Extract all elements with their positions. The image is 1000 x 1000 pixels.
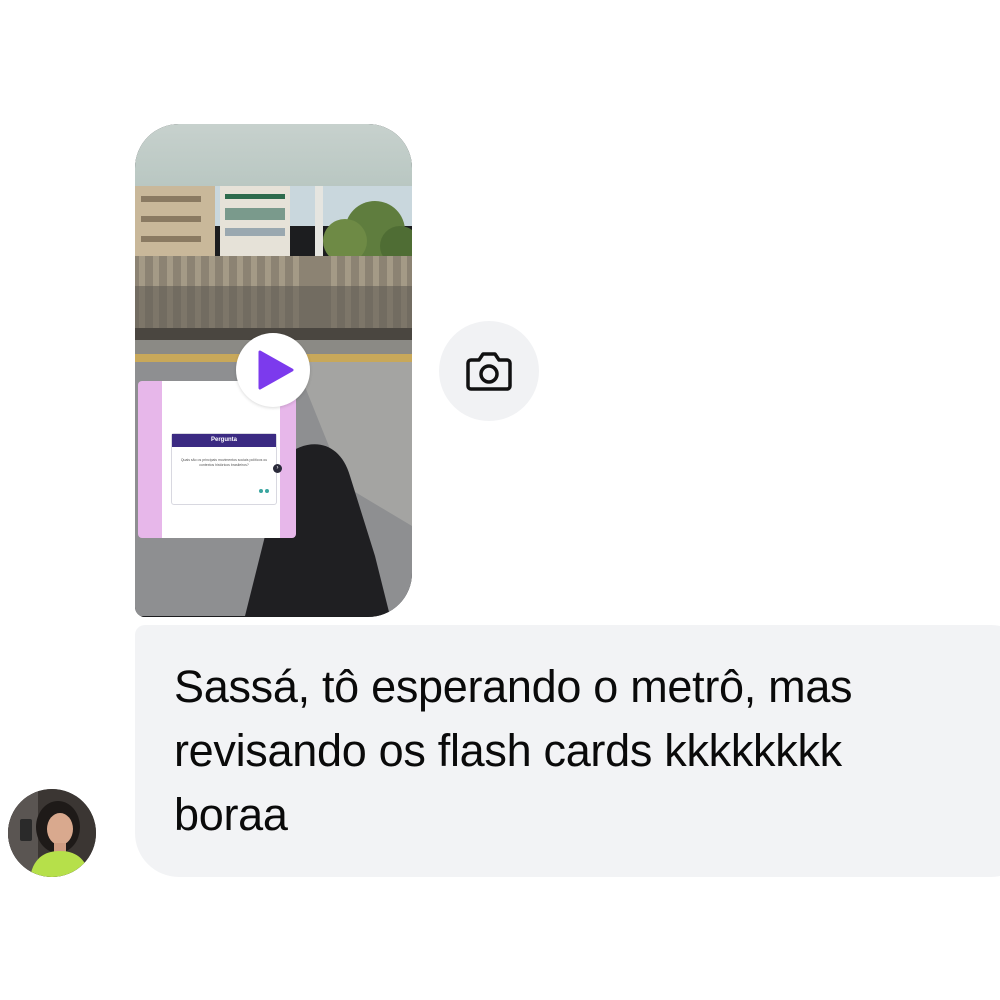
avatar-photo bbox=[8, 789, 96, 877]
message-line: revisando os flash cards kkkkkkkk bbox=[174, 725, 842, 776]
story-video-preview[interactable]: Pergunta Quais são os principais movimen… bbox=[135, 124, 412, 617]
flashcard-header: Pergunta bbox=[172, 434, 276, 447]
play-icon bbox=[258, 350, 294, 390]
video-top-band bbox=[135, 124, 412, 186]
camera-icon bbox=[466, 352, 512, 391]
message-bubble[interactable]: Sassá, tô esperando o metrô, mas revisan… bbox=[135, 625, 1000, 877]
message-text: Sassá, tô esperando o metrô, mas revisan… bbox=[174, 655, 964, 847]
chat-thread: Pergunta Quais são os principais movimen… bbox=[0, 0, 1000, 1000]
flashcard-dots bbox=[257, 480, 269, 498]
flashcard-card: Pergunta Quais são os principais movimen… bbox=[171, 433, 282, 505]
message-line: boraa bbox=[174, 789, 288, 840]
message-line: Sassá, tô esperando o metrô, mas bbox=[174, 661, 853, 712]
sender-avatar[interactable] bbox=[8, 789, 96, 877]
flashcard-question: Quais são os principais movimentos socia… bbox=[180, 458, 268, 467]
chevron-right-icon: › bbox=[273, 464, 282, 473]
play-button[interactable] bbox=[236, 333, 310, 407]
camera-button[interactable] bbox=[439, 321, 539, 421]
